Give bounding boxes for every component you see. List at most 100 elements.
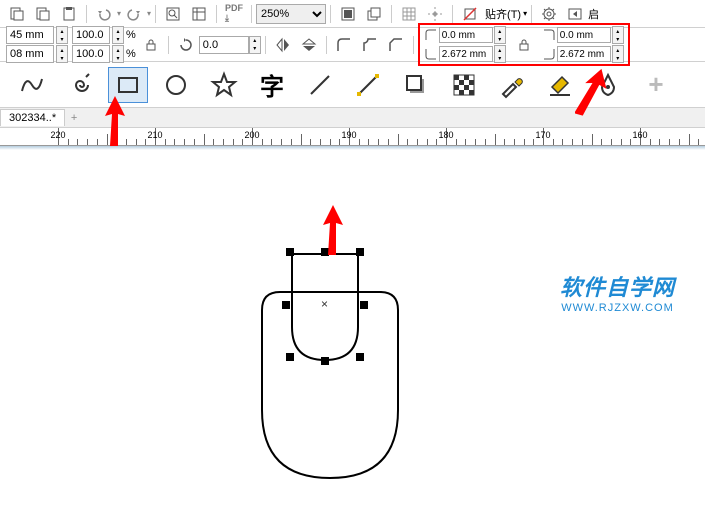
corner-bl-input[interactable] — [439, 46, 493, 62]
eyedropper-tool[interactable] — [492, 67, 532, 103]
ruler-label: 160 — [632, 130, 647, 140]
width-spinner[interactable]: ▴▾ — [56, 26, 68, 44]
spiral-tool[interactable] — [60, 67, 100, 103]
copy2-icon[interactable] — [31, 3, 55, 25]
corner-br-icon — [542, 47, 556, 61]
search-icon[interactable] — [161, 3, 185, 25]
ruler-minor-tick — [495, 134, 496, 145]
separator — [391, 5, 392, 23]
redo-dropdown[interactable]: ▾ — [147, 9, 151, 18]
corner-tr-input[interactable] — [557, 27, 611, 43]
horizontal-ruler[interactable]: 220210200190180170160 — [0, 128, 705, 146]
corner-bl-spinner[interactable]: ▴▾ — [494, 45, 506, 63]
paste-icon[interactable] — [57, 3, 81, 25]
separator — [330, 5, 331, 23]
rotation-spinner[interactable]: ▴▾ — [249, 36, 261, 54]
ruler-minor-tick — [77, 139, 78, 145]
fill-tool[interactable] — [540, 67, 580, 103]
snap-dropdown[interactable]: ▾ — [523, 9, 527, 18]
undo-dropdown[interactable]: ▾ — [117, 9, 121, 18]
document-tab[interactable]: 302334..* — [0, 109, 65, 126]
corner-tl-input[interactable] — [439, 27, 493, 43]
shadow-tool[interactable] — [396, 67, 436, 103]
scale-x-input[interactable] — [72, 26, 110, 44]
text-tool[interactable]: 字 — [252, 67, 292, 103]
transparency-tool[interactable] — [444, 67, 484, 103]
scale-group: ▴▾% ▴▾% — [72, 26, 136, 63]
pen-tool[interactable] — [588, 67, 628, 103]
ruler-minor-tick — [184, 139, 185, 145]
selection-handle[interactable] — [321, 357, 329, 365]
zoom-select[interactable]: 250% — [256, 4, 326, 24]
corner-br-input[interactable] — [557, 46, 611, 62]
scale-y-input[interactable] — [72, 45, 110, 63]
flip-h-icon[interactable] — [271, 34, 295, 56]
height-spinner[interactable]: ▴▾ — [56, 45, 68, 63]
ruler-minor-tick — [582, 139, 583, 145]
lock-ratio-icon[interactable] — [139, 34, 163, 56]
redo-icon[interactable] — [122, 3, 146, 25]
corner-tl-icon — [424, 28, 438, 42]
selection-center[interactable]: × — [321, 297, 328, 311]
ruler-minor-tick — [97, 139, 98, 145]
ruler-minor-tick — [116, 139, 117, 145]
ruler-minor-tick — [514, 139, 515, 145]
flip-v-icon[interactable] — [297, 34, 321, 56]
star-tool[interactable] — [204, 67, 244, 103]
copy-icon[interactable] — [5, 3, 29, 25]
ruler-minor-tick — [679, 139, 680, 145]
add-tool[interactable]: + — [636, 67, 676, 103]
selection-handle[interactable] — [286, 353, 294, 361]
selection-handle[interactable] — [321, 248, 329, 256]
pdf-icon[interactable]: PDF⤓ — [222, 3, 246, 25]
selection-handle[interactable] — [360, 301, 368, 309]
rotation-input[interactable] — [199, 36, 249, 54]
freehand-tool[interactable] — [12, 67, 52, 103]
snap-off-icon[interactable] — [458, 3, 482, 25]
options-icon[interactable] — [537, 3, 561, 25]
ruler-minor-tick — [213, 139, 214, 145]
corner-chamfer-icon[interactable] — [384, 34, 408, 56]
ruler-minor-tick — [504, 139, 505, 145]
ruler-minor-tick — [533, 139, 534, 145]
table-icon[interactable] — [187, 3, 211, 25]
ruler-minor-tick — [601, 139, 602, 145]
corner-radius-highlight: ▴▾ ▴▾ ▴▾ ▴▾ — [418, 23, 630, 66]
guides-icon[interactable] — [423, 3, 447, 25]
ruler-label: 180 — [438, 130, 453, 140]
canvas-area[interactable]: × 软件自学网 WWW.RJZXW.COM — [0, 150, 705, 530]
undo-icon[interactable] — [92, 3, 116, 25]
corner-br-spinner[interactable]: ▴▾ — [612, 45, 624, 63]
corner-round-icon[interactable] — [332, 34, 356, 56]
selection-handle[interactable] — [356, 353, 364, 361]
ruler-minor-tick — [465, 139, 466, 145]
layers-icon[interactable] — [362, 3, 386, 25]
height-input[interactable] — [6, 45, 54, 63]
corner-lock-icon[interactable] — [512, 34, 536, 56]
launch-icon[interactable] — [563, 3, 587, 25]
width-input[interactable] — [6, 26, 54, 44]
scale-x-spinner[interactable]: ▴▾ — [112, 26, 124, 44]
line-tool[interactable] — [300, 67, 340, 103]
corner-scallop-icon[interactable] — [358, 34, 382, 56]
selection-handle[interactable] — [286, 248, 294, 256]
corner-tl-spinner[interactable]: ▴▾ — [494, 26, 506, 44]
scale-y-spinner[interactable]: ▴▾ — [112, 45, 124, 63]
tab-add-button[interactable]: + — [65, 112, 83, 124]
ruler-minor-tick — [475, 139, 476, 145]
ruler-minor-tick — [271, 139, 272, 145]
rectangle-tool[interactable] — [108, 67, 148, 103]
corner-tr-spinner[interactable]: ▴▾ — [612, 26, 624, 44]
ruler-minor-tick — [698, 139, 699, 145]
ellipse-tool[interactable] — [156, 67, 196, 103]
ruler-minor-tick — [281, 139, 282, 145]
selection-handle[interactable] — [282, 301, 290, 309]
selection-handle[interactable] — [356, 248, 364, 256]
dimension-tool[interactable] — [348, 67, 388, 103]
grid-icon[interactable] — [397, 3, 421, 25]
fullscreen-icon[interactable] — [336, 3, 360, 25]
rotate-icon[interactable] — [174, 34, 198, 56]
snap-label[interactable]: 贴齐(T) — [485, 6, 521, 22]
ruler-minor-tick — [262, 139, 263, 145]
ruler-minor-tick — [388, 139, 389, 145]
